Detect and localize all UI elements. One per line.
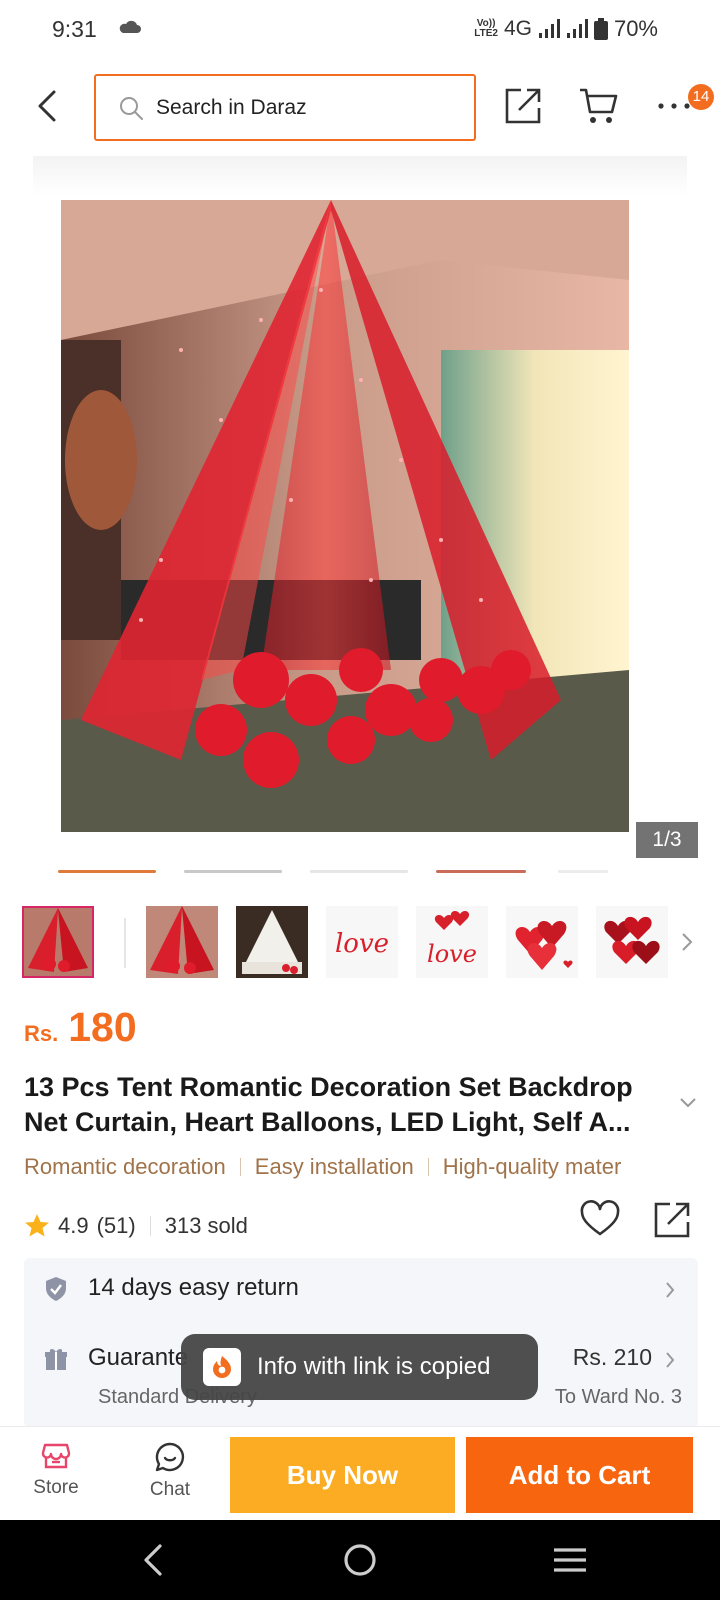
chat-icon xyxy=(155,1442,185,1472)
network-type: 4G xyxy=(503,17,532,40)
status-indicators: Vo)) LTE2 4G 70% xyxy=(474,16,658,42)
rating-row[interactable]: 4.9 (51) 313 sold xyxy=(24,1208,248,1244)
product-title[interactable]: 13 Pcs Tent Romantic Decoration Set Back… xyxy=(24,1070,664,1140)
system-recents-icon[interactable] xyxy=(548,1540,592,1580)
image-page-indicator: 1/3 xyxy=(636,822,698,858)
product-price: Rs. 180 xyxy=(24,1004,137,1051)
tag-item: Easy installation xyxy=(254,1154,414,1179)
store-button[interactable]: Store xyxy=(16,1441,96,1511)
chat-button[interactable]: Chat xyxy=(130,1441,210,1511)
gift-box-icon xyxy=(45,1349,67,1370)
thumbnail-1[interactable] xyxy=(22,906,94,978)
review-count: (51) xyxy=(96,1213,136,1238)
thumbnail-4-label: love xyxy=(335,929,389,959)
product-photo xyxy=(61,200,629,832)
tag-item: Romantic decoration xyxy=(24,1154,226,1179)
more-icon[interactable] xyxy=(656,90,692,120)
thumbnail-3[interactable] xyxy=(236,906,308,978)
shield-check-icon xyxy=(46,1277,66,1301)
search-placeholder: Search in Daraz xyxy=(156,95,307,119)
battery-percent: 70% xyxy=(613,16,658,41)
product-title-line-2: Net Curtain, Heart Balloons, LED Light, … xyxy=(24,1107,631,1137)
chevron-right-icon xyxy=(666,1352,675,1368)
thumbnail-divider xyxy=(124,918,126,968)
heart-icon[interactable] xyxy=(580,1200,620,1238)
price-currency: Rs. xyxy=(24,1021,59,1046)
product-title-line-1: 13 Pcs Tent Romantic Decoration Set Back… xyxy=(24,1072,633,1102)
share-icon[interactable] xyxy=(503,86,543,126)
buy-now-button[interactable]: Buy Now xyxy=(230,1437,455,1513)
store-label: Store xyxy=(33,1477,79,1498)
back-icon[interactable] xyxy=(28,86,68,126)
delivery-price: Rs. 210 xyxy=(572,1344,652,1370)
status-time: 9:31 xyxy=(52,16,97,42)
volte-icon: Vo)) LTE2 xyxy=(474,18,498,39)
signal-icon xyxy=(538,19,560,38)
chevron-right-icon xyxy=(666,1282,675,1298)
cart-count-badge: 14 xyxy=(688,84,714,110)
thumbnail-6[interactable] xyxy=(506,906,578,978)
star-icon xyxy=(25,1214,49,1237)
cloud-icon xyxy=(119,20,141,33)
toast-message: Info with link is copied xyxy=(257,1353,491,1380)
search-icon xyxy=(120,96,143,120)
tag-item: High-quality mater xyxy=(442,1154,622,1179)
thumbnail-5-label: love xyxy=(427,940,477,968)
bottom-action-bar: Store Chat Buy Now Add to Cart xyxy=(0,1426,720,1520)
product-tags: Romantic decoration Easy installation High… xyxy=(24,1154,700,1186)
thumbnail-strip: love love xyxy=(0,906,720,980)
toast-notification: Info with link is copied xyxy=(181,1334,538,1400)
chat-label: Chat xyxy=(149,1479,191,1500)
system-navigation-bar xyxy=(0,1520,720,1600)
top-bar: Search in Daraz 14 xyxy=(0,72,720,142)
cart-icon[interactable] xyxy=(578,86,620,126)
daraz-app-icon xyxy=(203,1348,241,1386)
sold-count: 313 sold xyxy=(164,1213,248,1238)
price-amount: 180 xyxy=(68,1004,137,1050)
share-icon[interactable] xyxy=(652,1200,692,1240)
add-to-cart-button[interactable]: Add to Cart xyxy=(466,1437,693,1513)
delivery-destination: To Ward No. 3 xyxy=(554,1386,682,1408)
product-image-carousel[interactable] xyxy=(33,156,687,858)
system-back-icon[interactable] xyxy=(132,1540,176,1580)
chevron-right-icon[interactable] xyxy=(678,930,696,954)
return-policy-row[interactable]: 14 days easy return xyxy=(24,1258,698,1320)
thumbnail-2[interactable] xyxy=(146,906,218,978)
rating-value: 4.9 xyxy=(58,1213,89,1238)
thumbnail-4[interactable]: love xyxy=(326,906,398,978)
signal-icon-2 xyxy=(566,19,588,38)
search-input[interactable]: Search in Daraz xyxy=(94,74,476,141)
thumbnail-5[interactable]: love xyxy=(416,906,488,978)
image-strip-decoration xyxy=(58,870,618,876)
store-icon xyxy=(41,1443,71,1469)
chevron-down-icon[interactable] xyxy=(678,1096,698,1110)
guarantee-label: Guarante xyxy=(88,1344,189,1371)
battery-icon xyxy=(593,18,608,40)
return-policy-label: 14 days easy return xyxy=(88,1274,299,1301)
status-bar: 9:31 Vo)) LTE2 4G 70% xyxy=(0,0,720,62)
thumbnail-7[interactable] xyxy=(596,906,668,978)
system-home-icon[interactable] xyxy=(338,1540,382,1580)
